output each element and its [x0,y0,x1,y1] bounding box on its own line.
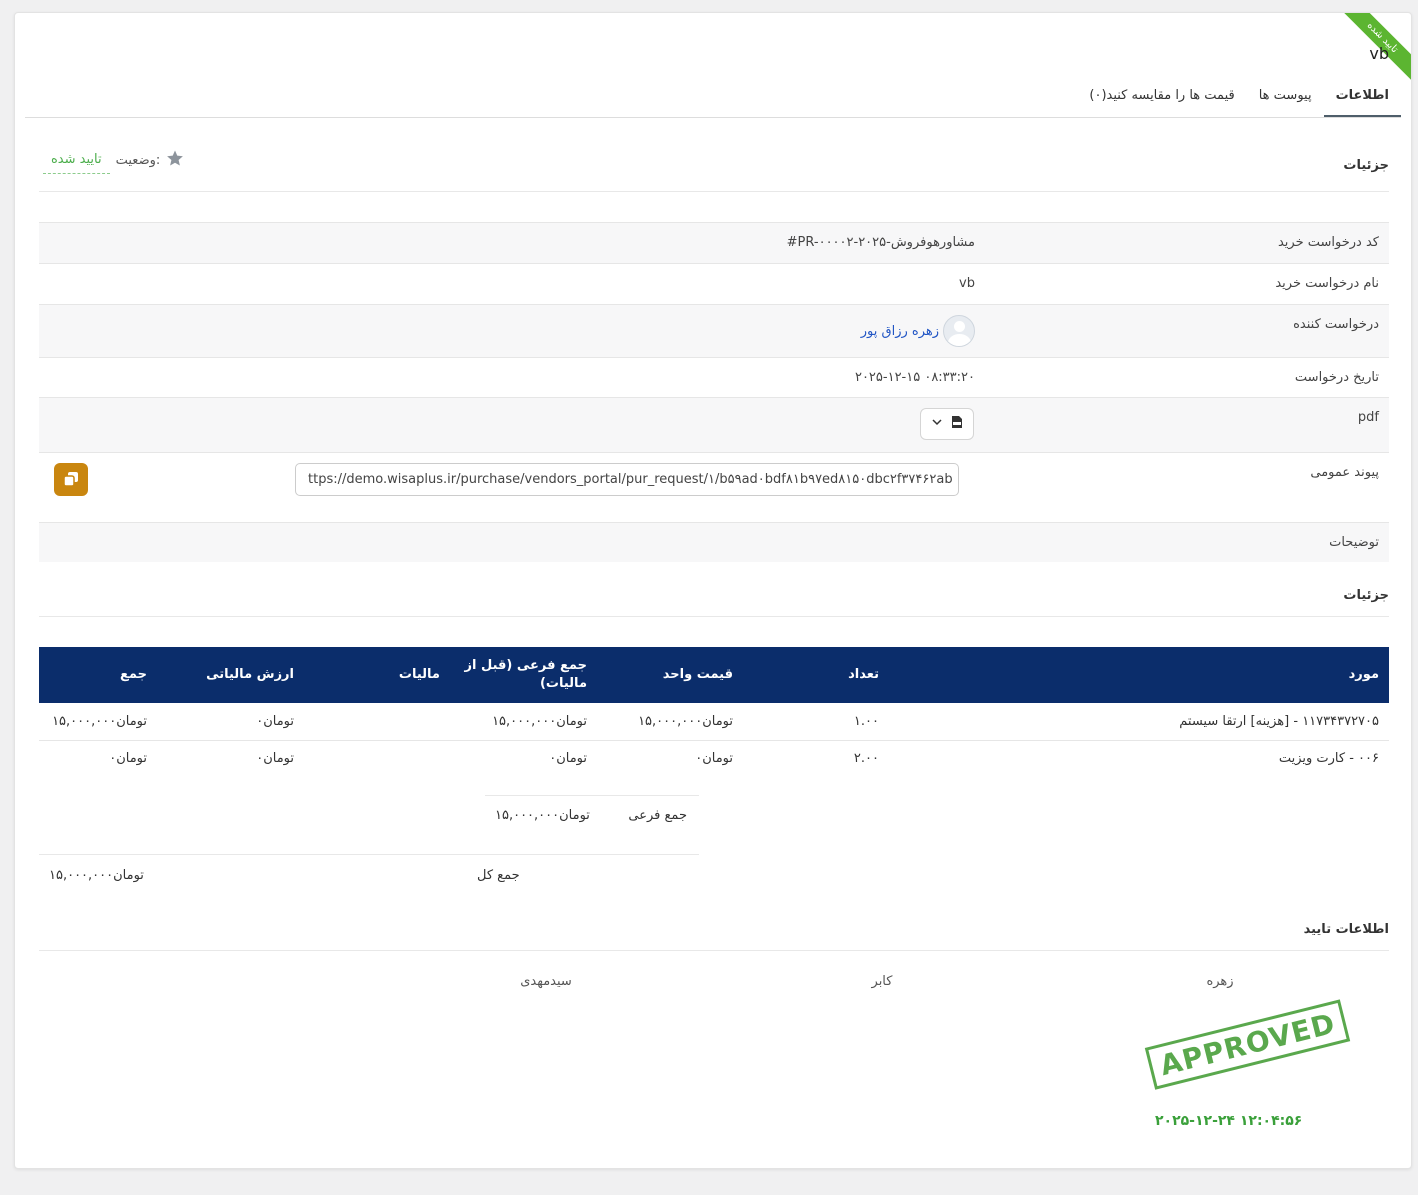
col-header-tax-value: ارزش مالیاتی [157,647,304,703]
approval-timestamp: ۲۰۲۵-۱۲-۲۴ ۱۲:۰۴:۵۶ [1155,1113,1303,1129]
grand-total-value: تومان۱۵,۰۰۰,۰۰۰ [49,868,144,883]
request-name: vb [959,276,975,291]
cell-qty: ۱.۰۰ [743,703,889,741]
detail-label: درخواست کننده [1293,317,1379,332]
tab-bar: اطلاعات پیوست ها قیمت ها را مقایسه کنید(… [1077,83,1401,117]
pdf-dropdown-button[interactable] [920,408,974,440]
page-title: vb [1369,44,1389,63]
copy-link-button[interactable] [54,463,88,496]
cell-tax-value: تومان۰ [256,751,294,767]
col-header-tax: مالیات [304,647,450,703]
divider [485,795,699,796]
avatar [943,315,975,347]
detail-row-name: نام درخواست خرید vb [39,263,1389,304]
star-icon[interactable] [166,149,184,177]
items-table: مورد تعداد قیمت واحد جمع فرعی (قبل از ما… [39,647,1389,777]
detail-label: نام درخواست خرید [1275,276,1379,291]
divider [39,616,1389,617]
divider [39,950,1389,951]
copy-icon [63,471,79,491]
table-row: ۱۱۷۳۴۳۷۲۷۰۵ - [هزینه] ارتقا سیستم ۱.۰۰ ت… [39,703,1389,741]
detail-row-public-link: پیوند عمومی ttps://demo.wisaplus.ir/purc… [39,452,1389,522]
col-header-unit-price: قیمت واحد [597,647,743,703]
detail-label: تاریخ درخواست [1294,370,1379,385]
cell-tax [304,740,450,777]
approved-stamp: APPROVED [1144,999,1351,1090]
status-label: وضعیت: [115,152,161,168]
approver-name: کابر [871,974,893,989]
cell-total: تومان۰ [109,751,147,767]
cell-unit-price: تومان۱۵,۰۰۰,۰۰۰ [597,703,743,741]
approver-name: سیدمهدی [520,974,572,989]
requester-info: زهره رزاق پور [861,315,975,347]
divider [39,191,1389,192]
col-header-qty: تعداد [743,647,889,703]
approved-stamp-text: APPROVED [1144,999,1351,1090]
tab-info[interactable]: اطلاعات [1323,83,1401,117]
cell-total: تومان۱۵,۰۰۰,۰۰۰ [39,703,157,741]
col-header-subtotal: جمع فرعی (قبل از مالیات) [450,647,597,703]
cell-item: ۱۱۷۳۴۳۷۲۷۰۵ - [هزینه] ارتقا سیستم [889,703,1389,741]
divider [39,854,699,855]
request-code: #PR-۰۰۰۰۲-۲۰۲۵-مشاورهوفروش [786,235,975,250]
col-header-total: جمع [39,647,157,703]
tab-attachments[interactable]: پیوست ها [1247,83,1324,117]
detail-label: کد درخواست خرید [1277,235,1379,250]
cell-subtotal: تومان۱۵,۰۰۰,۰۰۰ [450,703,597,741]
approver-name: زهره [1206,974,1234,989]
cell-subtotal: تومان۰ [549,751,587,767]
status-area: تایید شده وضعیت: [43,149,184,177]
col-header-item: مورد [889,647,1389,703]
cell-tax-value: تومان۰ [157,703,304,741]
table-row: ۰۰۶ - کارت ویزیت ۲.۰۰ تومان۰ تومان۰ توما… [39,740,1389,777]
public-link-field[interactable]: ttps://demo.wisaplus.ir/purchase/vendors… [295,463,959,496]
subtotal-value: تومان۱۵,۰۰۰,۰۰۰ [495,808,590,823]
tab-divider [25,117,1401,118]
status-value[interactable]: تایید شده [43,152,110,174]
cell-item: ۰۰۶ - کارت ویزیت [1278,751,1379,767]
cell-unit-price: تومان۰ [695,751,733,767]
purchase-request-card: تایید شده vb اطلاعات پیوست ها قیمت ها را… [14,12,1412,1169]
detail-row-requester: درخواست کننده زهره رزاق پور [39,304,1389,357]
detail-row-notes: توضیحات [39,522,1389,562]
detail-label: pdf [1357,410,1379,425]
tab-compare-prices[interactable]: قیمت ها را مقایسه کنید(۰) [1077,83,1246,117]
details-heading: جزئیات [1343,158,1389,173]
subtotal-label: جمع فرعی [628,808,687,823]
cell-tax [304,703,450,741]
request-date: ۲۰۲۵-۱۲-۱۵ ۰۸:۳۳:۲۰ [854,370,975,385]
items-heading: جزئیات [1343,588,1389,603]
approval-heading: اطلاعات تایید [1303,922,1389,937]
cell-qty: ۲.۰۰ [853,751,879,767]
pdf-file-icon [951,415,963,433]
detail-row-date: تاریخ درخواست ۲۰۲۵-۱۲-۱۵ ۰۸:۳۳:۲۰ [39,357,1389,397]
detail-label: پیوند عمومی [1310,465,1379,480]
detail-label: توضیحات [1329,535,1379,550]
detail-row-code: کد درخواست خرید #PR-۰۰۰۰۲-۲۰۲۵-مشاورهوفر… [39,222,1389,263]
grand-total-label: جمع کل [477,868,520,883]
requester-link[interactable]: زهره رزاق پور [861,324,939,339]
detail-row-pdf: pdf [39,397,1389,452]
chevron-down-icon [931,416,943,432]
